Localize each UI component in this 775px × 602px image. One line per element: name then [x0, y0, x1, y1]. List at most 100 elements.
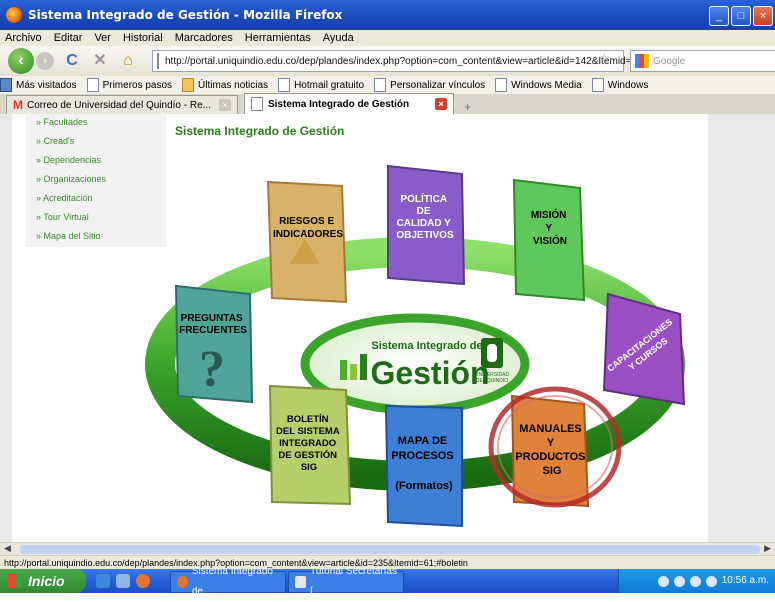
page-icon: [278, 78, 291, 92]
windows-flag-icon: [8, 574, 22, 588]
svg-text:?: ?: [199, 341, 225, 398]
navigation-toolbar: ‹ › C ✕ ⌂ http://portal.uniquindio.edu.c…: [0, 46, 775, 76]
bookmark-hotmail[interactable]: Hotmail gratuito: [278, 78, 364, 92]
scroll-thumb[interactable]: [20, 545, 760, 554]
riesgos-line1: RIESGOS E: [279, 216, 334, 227]
menu-marcadores[interactable]: Marcadores: [175, 32, 233, 44]
window-title: Sistema Integrado de Gestión - Mozilla F…: [28, 8, 343, 22]
volume-icon[interactable]: [689, 575, 701, 587]
minimize-button[interactable]: _: [709, 6, 729, 26]
boletin-line5: SIG: [301, 462, 317, 473]
bookmark-star-icon[interactable]: ☆: [598, 50, 611, 67]
stop-icon[interactable]: ✕: [90, 51, 110, 71]
address-text[interactable]: http://portal.uniquindio.edu.co/dep/plan…: [165, 56, 643, 67]
firefox-icon: [6, 7, 22, 23]
center-small-text: Sistema Integrado de: [371, 340, 482, 352]
page-icon: [495, 78, 508, 92]
bookmark-primeros-pasos[interactable]: Primeros pasos: [86, 78, 172, 92]
bookmark-windows-media[interactable]: Windows Media: [495, 78, 582, 92]
menu-historial[interactable]: Historial: [123, 32, 163, 44]
sig-diagram: Sistema Integrado de Gestión UNIVERSIDAD…: [145, 164, 686, 528]
clock: 10:56 a.m.: [721, 575, 769, 586]
manuales-line3: PRODUCTOS: [515, 451, 585, 463]
page-icon: [374, 78, 387, 92]
forward-arrow-icon[interactable]: ›: [36, 52, 54, 70]
reload-icon[interactable]: C: [62, 51, 82, 71]
politica-line1: POLÍTICA: [400, 192, 446, 205]
bookmark-ultimas-noticias[interactable]: Últimas noticias: [182, 78, 268, 92]
menu-ver[interactable]: Ver: [94, 32, 111, 44]
svg-text:PREGUNTAS FRECUENTES: PREGUNTAS FRECUENTES: [179, 313, 247, 336]
card-capacitaciones-cursos[interactable]: CAPACITACIONES Y CURSOS: [602, 292, 686, 406]
politica-line3: CALIDAD Y: [397, 218, 452, 229]
boletin-line1: BOLETÍN: [287, 414, 329, 425]
quick-launch: [96, 574, 150, 588]
menu-bar: Archivo Editar Ver Historial Marcadores …: [0, 30, 775, 46]
maximize-button[interactable]: □: [731, 6, 751, 26]
tab-correo[interactable]: M Correo de Universidad del Quindío - Re…: [6, 95, 238, 114]
page-icon: [86, 78, 99, 92]
rss-folder-icon: [182, 78, 195, 92]
riesgos-line2: INDICADORES: [273, 229, 343, 240]
bookmark-icon: [0, 78, 12, 92]
new-tab-plus-icon[interactable]: +: [464, 100, 471, 114]
page-viewport: » Facultades » Cread's » Dependencias » …: [0, 114, 775, 542]
menu-herramientas[interactable]: Herramientas: [245, 32, 311, 44]
address-bar[interactable]: http://portal.uniquindio.edu.co/dep/plan…: [152, 50, 643, 72]
preguntas-line2: FRECUENTES: [179, 325, 247, 336]
system-tray: 10:56 a.m.: [618, 569, 775, 593]
start-button[interactable]: Inicio: [0, 569, 86, 593]
windows-taskbar: Inicio Sistema Integrado de... Tutorial …: [0, 566, 775, 597]
close-button[interactable]: ×: [753, 6, 773, 26]
politica-line2: DE: [417, 206, 431, 217]
help-icon[interactable]: [657, 575, 669, 587]
scroll-right-icon[interactable]: ▶: [764, 543, 771, 554]
menu-archivo[interactable]: Archivo: [5, 32, 42, 44]
horizontal-scrollbar[interactable]: ◀ ▶: [0, 542, 775, 556]
manuales-line2: Y: [547, 437, 555, 449]
window-titlebar[interactable]: Sistema Integrado de Gestión - Mozilla F…: [0, 0, 775, 30]
mapa-line1: MAPA DE: [398, 435, 448, 447]
gmail-icon: M: [13, 98, 23, 112]
firefox-icon[interactable]: [136, 574, 150, 588]
page-icon: [591, 78, 604, 92]
mapa-line3: (Formatos): [395, 480, 453, 492]
boletin-line2: DEL SISTEMA: [276, 426, 340, 437]
manuales-line4: SIG: [543, 465, 562, 477]
security-icon[interactable]: [705, 575, 717, 587]
scroll-left-icon[interactable]: ◀: [4, 543, 11, 554]
card-mision-vision[interactable]: MISIÓN Y VISIÓN: [512, 178, 586, 302]
manuales-line1: MANUALES: [519, 423, 581, 435]
network-icon[interactable]: [673, 575, 685, 587]
bookmark-personalizar[interactable]: Personalizar vínculos: [374, 78, 485, 92]
boletin-line3: INTEGRADO: [279, 438, 336, 449]
task-firefox[interactable]: Sistema Integrado de...: [170, 566, 286, 597]
desktop-icon[interactable]: [116, 574, 130, 588]
menu-editar[interactable]: Editar: [54, 32, 83, 44]
tab-strip: M Correo de Universidad del Quindío - Re…: [0, 93, 775, 114]
card-politica-calidad[interactable]: POLÍTICA DE CALIDAD Y OBJETIVOS: [387, 164, 466, 286]
tab-sistema-integrado[interactable]: Sistema Integrado de Gestión ×: [243, 93, 455, 114]
close-tab-icon[interactable]: ×: [435, 98, 448, 110]
mision-line2: Y: [545, 223, 552, 234]
ie-icon[interactable]: [96, 574, 110, 588]
card-preguntas-frecuentes[interactable]: ? PREGUNTAS FRECUENTES: [174, 284, 254, 404]
task-tutorial[interactable]: Tutorial Secretarías [...: [288, 566, 404, 597]
search-placeholder: Google: [653, 55, 686, 67]
center-big-text: Gestión: [370, 355, 489, 391]
bookmark-windows[interactable]: Windows: [591, 78, 648, 92]
search-box[interactable]: Google: [630, 50, 775, 72]
home-icon[interactable]: ⌂: [118, 51, 138, 71]
card-riesgos-indicadores[interactable]: RIESGOS E INDICADORES: [266, 180, 348, 304]
card-mapa-procesos[interactable]: MAPA DE PROCESOS (Formatos): [384, 404, 463, 528]
page-icon: [157, 53, 159, 69]
menu-ayuda[interactable]: Ayuda: [323, 32, 354, 44]
firefox-icon: [177, 576, 188, 588]
document-icon: [295, 576, 307, 588]
bookmark-mas-visitados[interactable]: Más visitados: [0, 78, 77, 92]
page-icon: [250, 97, 263, 111]
card-boletin-sig[interactable]: BOLETÍN DEL SISTEMA INTEGRADO DE GESTIÓN…: [268, 384, 352, 506]
back-arrow-icon[interactable]: ‹: [8, 48, 34, 74]
mision-line1: MISIÓN: [531, 208, 567, 221]
close-tab-icon[interactable]: ×: [218, 99, 231, 111]
